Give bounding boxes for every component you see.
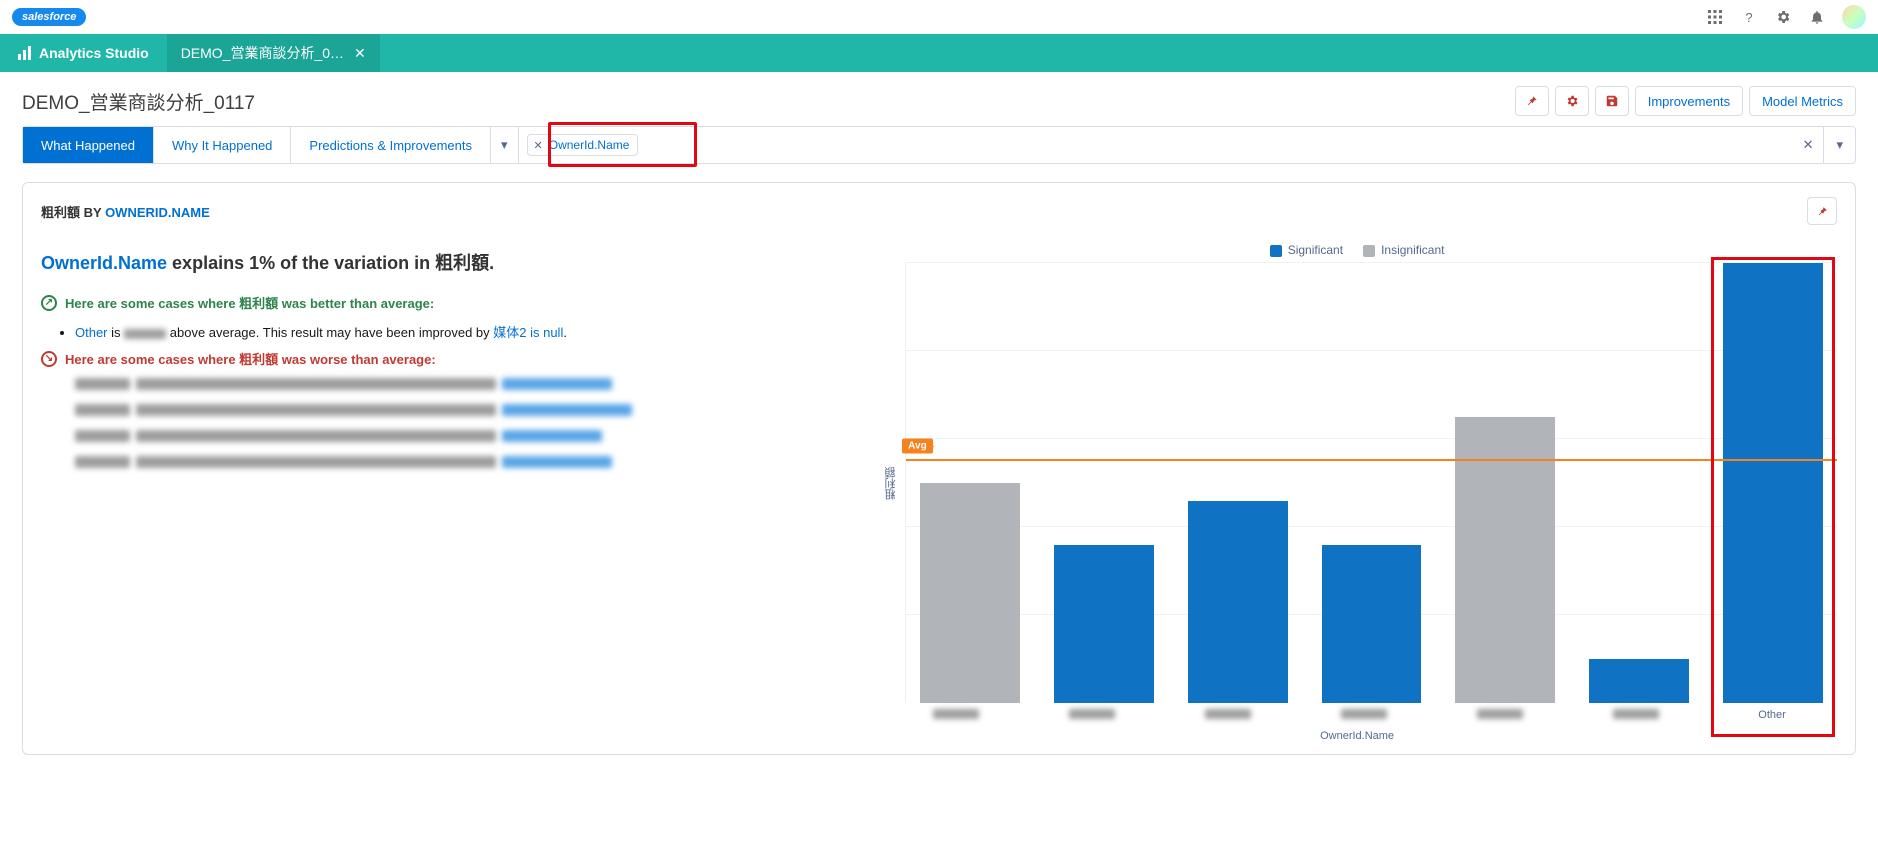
page-title: DEMO_営業商談分析_0117 — [22, 88, 255, 115]
redacted-insight-row — [75, 404, 867, 420]
insight-chart: Significant Insignificant 粗利額 Avg Other … — [877, 235, 1837, 742]
insight-card: 粗利額 BY OWNERID.NAME OwnerId.Name explain… — [22, 182, 1856, 755]
insight-pin-button[interactable] — [1807, 197, 1837, 225]
chart-x-tick — [905, 709, 1007, 722]
salesforce-logo: salesforce — [12, 8, 86, 26]
insight-card-header: 粗利額 BY OWNERID.NAME — [23, 183, 1855, 231]
chart-bar[interactable] — [1054, 545, 1154, 703]
app-nav-bar: Analytics Studio DEMO_営業商談分析_0… ✕ — [0, 34, 1878, 72]
help-icon[interactable]: ? — [1740, 8, 1758, 26]
redacted-insight-row — [75, 378, 867, 394]
analytics-icon — [18, 46, 31, 60]
chart-plot-area: Avg — [905, 263, 1837, 703]
filter-dropdown-icon[interactable]: ▾ — [1823, 127, 1855, 163]
filter-chip-label: OwnerId.Name — [549, 138, 630, 152]
clear-filters-icon[interactable]: ✕ — [1793, 137, 1824, 153]
setup-gear-icon[interactable] — [1774, 8, 1792, 26]
global-tools: ? — [1706, 5, 1866, 29]
filter-bar[interactable]: ✕ OwnerId.Name — [519, 134, 1793, 156]
analytics-studio-label: Analytics Studio — [39, 45, 149, 61]
chart-bar[interactable] — [1589, 659, 1689, 703]
chart-y-axis-label: 粗利額 — [877, 263, 905, 703]
chart-x-tick — [1449, 709, 1551, 722]
chart-x-labels: Other — [877, 703, 1837, 722]
improvements-button[interactable]: Improvements — [1635, 86, 1743, 116]
chart-x-axis-label: OwnerId.Name — [877, 730, 1837, 742]
tab-why-it-happened[interactable]: Why It Happened — [154, 127, 291, 163]
workspace-tab-label: DEMO_営業商談分析_0… — [181, 43, 344, 63]
pin-button[interactable] — [1515, 86, 1549, 116]
filter-chip-ownerid-name[interactable]: ✕ OwnerId.Name — [527, 134, 639, 156]
insight-headline: OwnerId.Name explains 1% of the variatio… — [41, 249, 867, 275]
insight-bullet-other: Other is above average. This result may … — [75, 322, 867, 341]
notifications-bell-icon[interactable] — [1808, 8, 1826, 26]
chart-bar[interactable] — [1188, 501, 1288, 703]
legend-significant: Significant — [1270, 243, 1343, 257]
chart-legend: Significant Insignificant — [877, 243, 1837, 257]
redacted-insight-row — [75, 430, 867, 446]
remove-filter-icon[interactable]: ✕ — [534, 139, 543, 152]
save-button[interactable] — [1595, 86, 1629, 116]
chart-bar[interactable] — [1723, 263, 1823, 703]
workspace-tab[interactable]: DEMO_営業商談分析_0… ✕ — [167, 34, 380, 72]
story-tabs: What Happened Why It Happened Prediction… — [22, 126, 1856, 164]
user-avatar[interactable] — [1842, 5, 1866, 29]
redacted-insight-row — [75, 456, 867, 472]
legend-insignificant: Insignificant — [1363, 243, 1444, 257]
chart-bar[interactable] — [1322, 545, 1422, 703]
settings-gear-button[interactable] — [1555, 86, 1589, 116]
tab-overflow-dropdown[interactable]: ▾ — [491, 127, 519, 163]
chart-bar[interactable] — [920, 483, 1020, 703]
worse-than-average-heading: ↘ Here are some cases where 粗利額 was wors… — [41, 349, 867, 368]
insight-card-title: 粗利額 BY OWNERID.NAME — [41, 202, 210, 221]
page-actions: Improvements Model Metrics — [1515, 86, 1856, 116]
chart-x-tick: Other — [1721, 709, 1823, 722]
insight-link-other[interactable]: Other — [75, 325, 108, 340]
tab-predictions-improvements[interactable]: Predictions & Improvements — [291, 127, 491, 163]
chart-x-tick — [1585, 709, 1687, 722]
analytics-studio-home[interactable]: Analytics Studio — [0, 34, 167, 72]
tab-what-happened[interactable]: What Happened — [23, 127, 154, 163]
chart-x-tick — [1177, 709, 1279, 722]
global-header: salesforce ? — [0, 0, 1878, 34]
chart-x-tick — [1041, 709, 1143, 722]
chart-x-tick — [1313, 709, 1415, 722]
insight-link-cause[interactable]: 媒体2 is null — [493, 325, 563, 340]
up-arrow-icon: ↗ — [41, 295, 57, 311]
app-launcher-icon[interactable] — [1706, 8, 1724, 26]
model-metrics-button[interactable]: Model Metrics — [1749, 86, 1856, 116]
page-header: DEMO_営業商談分析_0117 Improvements Model Metr… — [0, 72, 1878, 126]
insight-narrative: OwnerId.Name explains 1% of the variatio… — [41, 235, 867, 742]
down-arrow-icon: ↘ — [41, 351, 57, 367]
better-than-average-heading: ↗ Here are some cases where 粗利額 was bett… — [41, 293, 867, 312]
close-icon[interactable]: ✕ — [354, 45, 366, 62]
